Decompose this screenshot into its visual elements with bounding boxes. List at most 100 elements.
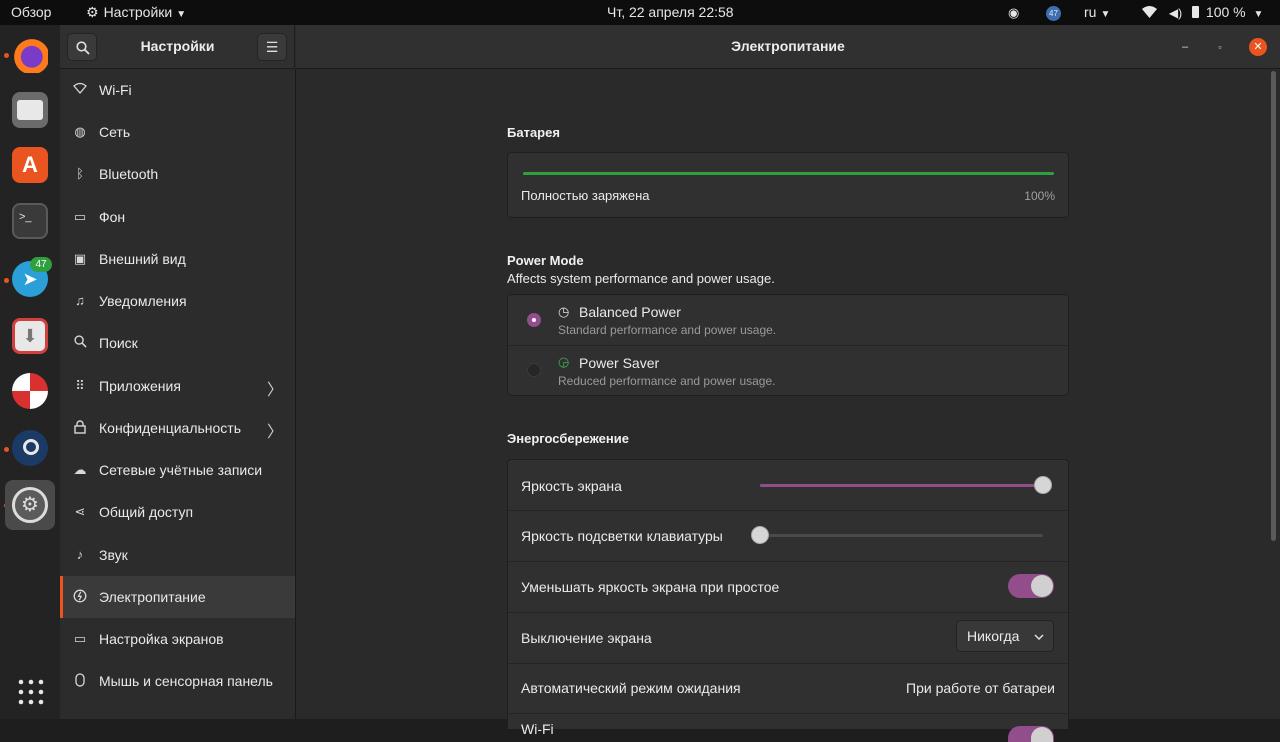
mouse-icon <box>72 673 88 689</box>
scrollbar[interactable] <box>1271 71 1276 541</box>
firefox-icon[interactable] <box>12 37 48 73</box>
divider <box>508 510 1068 511</box>
sidebar-item-label: Bluetooth <box>99 166 159 182</box>
sidebar-item-label: Общий доступ <box>99 504 194 520</box>
sidebar-item-appearance[interactable]: ▣ Внешний вид <box>60 238 295 280</box>
show-apps-icon[interactable] <box>18 679 44 705</box>
sidebar-item-label: Звук <box>99 547 128 563</box>
power-mode-option-saver[interactable]: ◶ Power Saver Reduced performance and po… <box>508 346 1068 396</box>
sidebar-item-label: Wi-Fi <box>99 82 132 98</box>
battery-percent: 100 % <box>1205 4 1246 20</box>
sidebar-item-wifi[interactable]: Wi-Fi <box>60 69 295 111</box>
divider <box>508 713 1068 714</box>
sidebar-item-sharing[interactable]: ⋖ Общий доступ <box>60 491 295 533</box>
arrow-down-icon: ⬇ <box>22 326 38 346</box>
chevron-down-icon: ▼ <box>1100 9 1111 20</box>
sidebar-item-power[interactable]: Электропитание <box>60 576 295 618</box>
sidebar-item-label: Поиск <box>99 335 138 351</box>
sidebar-item-mouse[interactable]: Мышь и сенсорная панель <box>60 660 295 702</box>
keyboard-brightness-handle[interactable] <box>751 526 769 544</box>
keyboard-brightness-slider[interactable] <box>760 534 1043 537</box>
radio-unselected[interactable] <box>527 363 541 377</box>
battery-heading: Батарея <box>507 125 560 140</box>
language-indicator[interactable]: ru ▼ <box>1084 0 1110 25</box>
sidebar-item-privacy[interactable]: Конфиденциальность 〉 <box>60 407 295 449</box>
power-mode-description: Affects system performance and power usa… <box>507 271 775 286</box>
clock[interactable]: Чт, 22 апреля 22:58 <box>607 0 734 25</box>
auto-suspend-value[interactable]: При работе от батареи <box>906 680 1055 696</box>
sidebar-item-label: Внешний вид <box>99 251 186 267</box>
steam-icon[interactable] <box>12 430 48 466</box>
dropdown-value: Никогда <box>967 628 1020 644</box>
download-manager-icon[interactable]: ⬇ <box>12 318 48 354</box>
folder-shape <box>17 100 43 120</box>
power-saving-heading: Энергосбережение <box>507 431 629 446</box>
volume-icon: ◀) <box>1168 6 1183 20</box>
option-description: Standard performance and power usage. <box>558 323 777 337</box>
main-content: Батарея Полностью заряжена 100% Power Mo… <box>296 69 1280 742</box>
sidebar-item-label: Сетевые учётные записи <box>99 462 263 478</box>
dim-idle-label: Уменьшать яркость экрана при простое <box>521 579 780 595</box>
maximize-button[interactable]: ▫ <box>1211 38 1229 56</box>
terminal-icon[interactable]: >_ <box>12 203 48 239</box>
close-button[interactable]: ✕ <box>1249 38 1267 56</box>
background-icon: ▭ <box>73 209 87 224</box>
screen-blank-dropdown[interactable]: Никогда <box>956 620 1054 652</box>
sidebar-item-apps[interactable]: ⠿ Приложения 〉 <box>60 365 295 407</box>
sidebar-item-search[interactable]: Поиск <box>60 322 295 364</box>
sidebar-item-network[interactable]: ◍ Сеть <box>60 111 295 153</box>
sidebar-item-bluetooth[interactable]: ᛒ Bluetooth <box>60 153 295 195</box>
menu-button[interactable]: ☰ <box>257 33 287 61</box>
running-indicator <box>4 53 9 58</box>
sidebar-item-sound[interactable]: ♪ Звук <box>60 534 295 576</box>
screen-blank-label: Выключение экрана <box>521 630 652 646</box>
auto-suspend-label: Автоматический режим ожидания <box>521 680 741 696</box>
cloud-icon: ☁ <box>73 462 87 477</box>
battery-level-bar <box>523 172 1054 175</box>
dock: A >_ ➤ 47 ⬇ ⚙ <box>0 25 60 719</box>
chevron-down-icon: ▼ <box>176 9 187 20</box>
chevron-down-icon: ▼ <box>1253 9 1264 20</box>
wifi-saving-toggle[interactable] <box>1008 726 1054 742</box>
screen-brightness-handle[interactable] <box>1034 476 1052 494</box>
notification-tray-icon[interactable]: 47 <box>1046 0 1061 25</box>
option-label: Balanced Power <box>579 304 681 320</box>
settings-icon[interactable]: ⚙ <box>12 487 48 523</box>
sidebar-item-label: Конфиденциальность <box>99 420 242 436</box>
speedometer-icon: ◷ <box>558 304 570 319</box>
main-header: Электропитание – ▫ ✕ <box>296 25 1280 69</box>
battery-panel: Полностью заряжена 100% <box>507 152 1069 218</box>
toggle-knob <box>1031 727 1053 742</box>
minimize-icon: – <box>1181 41 1189 53</box>
sidebar-item-background[interactable]: ▭ Фон <box>60 196 295 238</box>
dim-idle-toggle[interactable] <box>1008 574 1054 598</box>
battery-level-track <box>523 172 1054 175</box>
activities-button[interactable]: Обзор <box>11 0 51 25</box>
system-menu[interactable]: ◀) 100 % ▼ <box>1142 0 1263 25</box>
software-store-icon[interactable]: A <box>12 147 48 183</box>
radio-selected[interactable] <box>527 313 541 327</box>
sidebar-header: Настройки ☰ <box>60 25 295 69</box>
battery-percent: 100% <box>1024 189 1055 203</box>
media-player-icon[interactable] <box>12 373 48 409</box>
radio-dot <box>532 318 536 322</box>
network-icon: ◍ <box>74 124 86 139</box>
screen-brightness-label: Яркость экрана <box>521 478 622 494</box>
sidebar-item-online-accounts[interactable]: ☁ Сетевые учётные записи <box>60 449 295 491</box>
power-mode-option-balanced[interactable]: ◷ Balanced Power Standard performance an… <box>508 295 1068 345</box>
sidebar-item-notifications[interactable]: ♫ Уведомления <box>60 280 295 322</box>
files-icon[interactable] <box>12 92 48 128</box>
maximize-icon: ▫ <box>1218 42 1222 52</box>
battery-icon <box>1192 6 1200 18</box>
running-indicator <box>4 278 9 283</box>
sidebar-item-label: Сеть <box>99 124 131 140</box>
power-mode-panel: ◷ Balanced Power Standard performance an… <box>507 294 1069 396</box>
sidebar: Wi-Fi ◍ Сеть ᛒ Bluetooth ▭ Фон ▣ Внешний вид… <box>60 69 296 719</box>
steam-tray-icon[interactable]: ◉ <box>1008 0 1019 25</box>
power-icon <box>72 589 88 605</box>
minimize-button[interactable]: – <box>1176 38 1194 56</box>
app-menu[interactable]: ⚙ Настройки ▼ <box>86 0 186 25</box>
sidebar-item-label: Мышь и сенсорная панель <box>99 673 273 689</box>
sidebar-item-displays[interactable]: ▭ Настройка экранов <box>60 618 295 660</box>
search-icon <box>72 335 88 351</box>
